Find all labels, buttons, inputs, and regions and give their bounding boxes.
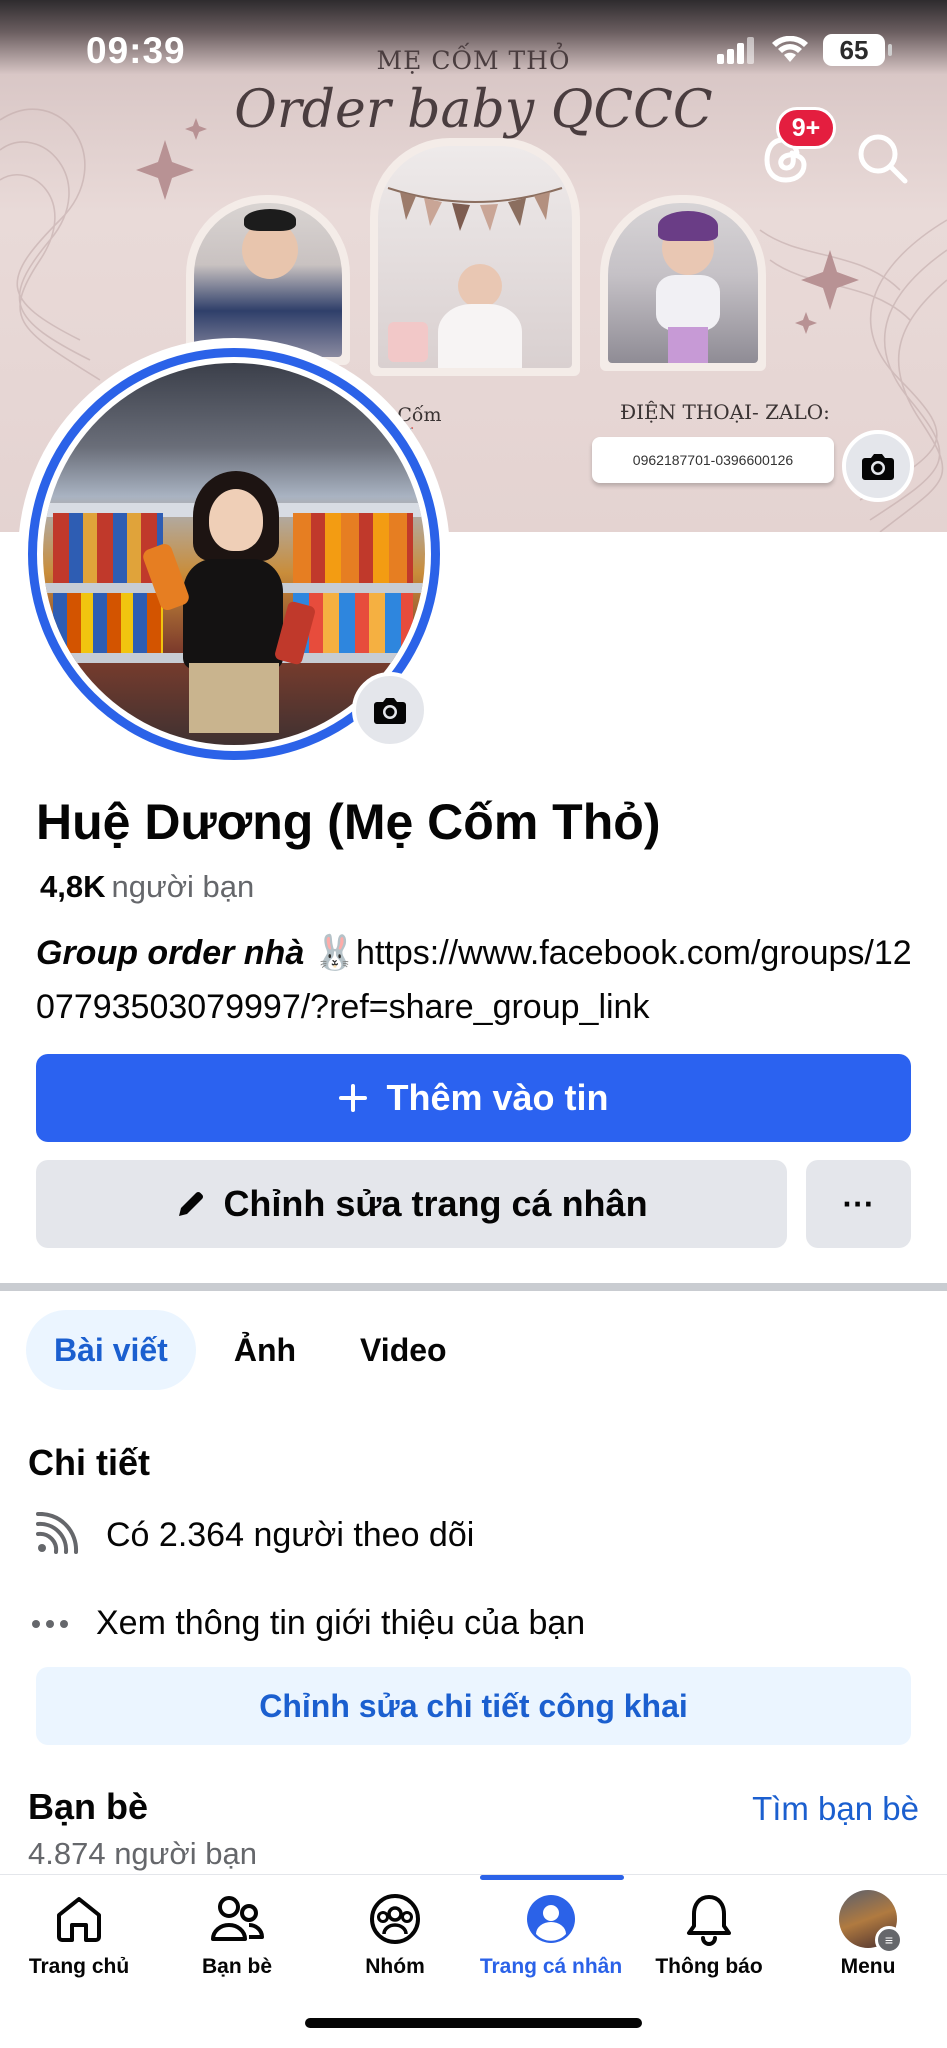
wifi-icon [772, 36, 808, 62]
battery-icon: 65 [823, 34, 892, 66]
bell-icon [687, 1895, 731, 1946]
camera-icon [374, 698, 406, 724]
edit-profile-label: Chỉnh sửa trang cá nhân [223, 1183, 648, 1224]
tab-videos[interactable]: Video [334, 1310, 473, 1390]
edit-profile-button[interactable]: Chỉnh sửa trang cá nhân [36, 1160, 787, 1248]
cover-arch-photo-2 [370, 138, 580, 376]
friends-section-count: 4.874 người bạn [28, 1836, 257, 1871]
groups-icon [370, 1894, 420, 1944]
menu-avatar: ≡ [839, 1890, 903, 1954]
edit-public-details-button[interactable]: Chỉnh sửa chi tiết công khai [36, 1667, 911, 1745]
friends-count: 4,8K [40, 869, 106, 904]
search-icon [858, 134, 908, 184]
nav-groups-label: Nhóm [365, 1955, 425, 1978]
nav-profile-label: Trang cá nhân [479, 1955, 623, 1978]
nav-friends-label: Bạn bè [201, 1955, 272, 1978]
add-to-story-button[interactable]: Thêm vào tin [36, 1054, 911, 1142]
nav-friends[interactable]: Bạn bè [158, 1875, 316, 1995]
edit-cover-button[interactable] [842, 430, 914, 502]
friends-section-title: Bạn bè [28, 1786, 149, 1827]
friends-count-line[interactable]: 4,8K người bạn [40, 869, 254, 905]
more-icon: ··· [842, 1185, 875, 1222]
friends-label: người bạn [111, 869, 255, 904]
rss-icon [36, 1512, 79, 1554]
status-bar: 09:39 65 [0, 0, 947, 100]
find-friends-link[interactable]: Tìm bạn bè [752, 1790, 919, 1828]
section-divider [0, 1283, 947, 1291]
profile-icon [527, 1895, 575, 1943]
bio-prefix: Group order nhà [36, 934, 305, 972]
about-row[interactable]: Xem thông tin giới thiệu của bạn [30, 1604, 585, 1643]
details-title: Chi tiết [28, 1442, 150, 1483]
more-dots-icon [32, 1619, 68, 1628]
tab-photos[interactable]: Ảnh [208, 1310, 322, 1390]
camera-icon [862, 454, 894, 480]
nav-groups[interactable]: Nhóm [316, 1875, 474, 1995]
status-icons: 65 [717, 34, 892, 66]
add-to-story-label: Thêm vào tin [386, 1077, 609, 1118]
bunting-decoration [387, 187, 563, 231]
search-button[interactable] [852, 128, 912, 188]
edit-public-details-label: Chỉnh sửa chi tiết công khai [259, 1687, 688, 1724]
profile-tabs: Bài viết Ảnh Video [26, 1310, 473, 1390]
about-text: Xem thông tin giới thiệu của bạn [96, 1604, 586, 1642]
nav-menu[interactable]: ≡ Menu [789, 1875, 947, 1995]
nav-profile[interactable]: Trang cá nhân [472, 1875, 630, 1995]
followers-text: Có 2.364 người theo dõi [106, 1515, 475, 1554]
nav-menu-label: Menu [840, 1955, 896, 1978]
notification-badge: 9+ [776, 107, 836, 149]
more-options-button[interactable]: ··· [806, 1160, 911, 1248]
pencil-icon [179, 1191, 204, 1216]
status-time: 09:39 [86, 30, 186, 71]
nav-home-label: Trang chủ [28, 1955, 130, 1978]
nav-home[interactable]: Trang chủ [0, 1875, 158, 1995]
rabbit-emoji-icon: 🐰 [313, 934, 357, 972]
cover-arch-photo-3 [600, 195, 766, 371]
signal-icon [717, 37, 754, 64]
cover-contact-label: ĐIỆN THOẠI- ZALO: [620, 400, 830, 424]
plus-icon [339, 1084, 368, 1112]
friends-icon [211, 1896, 264, 1941]
hamburger-icon: ≡ [875, 1926, 903, 1954]
home-indicator [305, 2018, 642, 2028]
profile-bio: Group order nhà 🐰https://www.facebook.co… [36, 926, 916, 1034]
edit-avatar-button[interactable] [352, 672, 428, 748]
profile-name: Huệ Dương (Mẹ Cốm Thỏ) [36, 794, 661, 850]
nav-notifications-label: Thông báo [655, 1955, 763, 1978]
nav-notifications[interactable]: Thông báo [630, 1875, 788, 1995]
followers-row[interactable]: Có 2.364 người theo dõi [30, 1512, 474, 1558]
cover-phone-number: 0962187701-0396600126 [592, 437, 834, 483]
home-icon [57, 1897, 101, 1942]
tab-posts[interactable]: Bài viết [26, 1310, 196, 1390]
